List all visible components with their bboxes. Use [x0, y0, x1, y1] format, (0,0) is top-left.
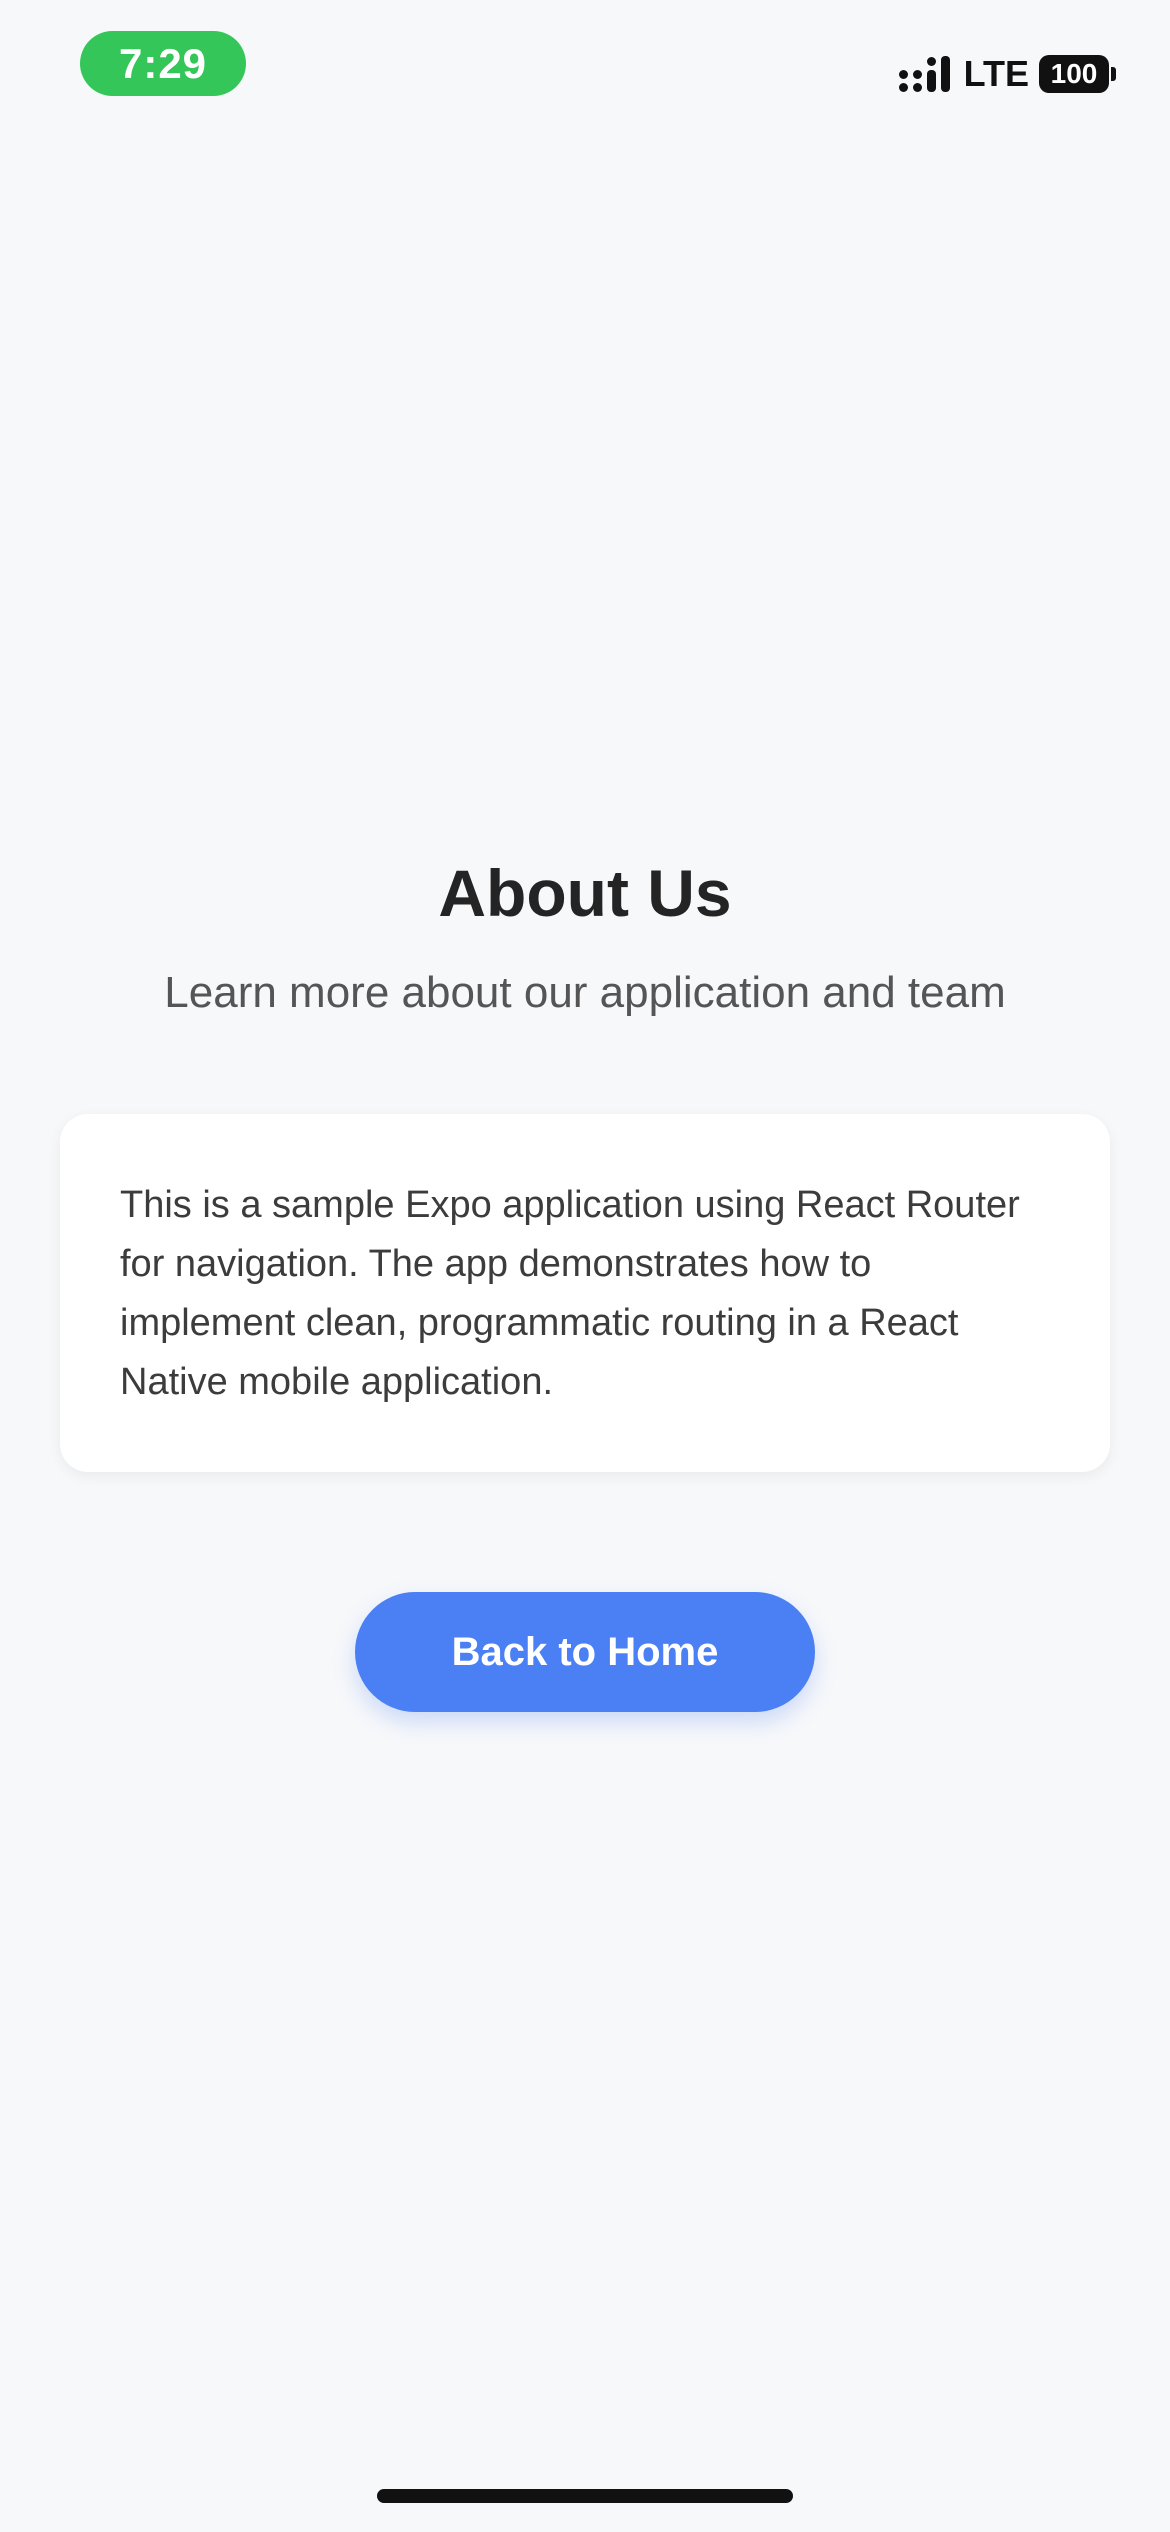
- battery-icon: 100: [1039, 55, 1109, 93]
- signal-icon: [898, 56, 950, 92]
- network-type: LTE: [963, 53, 1029, 94]
- info-description: This is a sample Expo application using …: [120, 1184, 1020, 1403]
- page-subtitle: Learn more about our application and tea…: [164, 968, 1006, 1017]
- status-indicators: LTE 100: [898, 52, 1116, 96]
- battery-level: 100: [1050, 58, 1098, 89]
- info-card: This is a sample Expo application using …: [60, 1114, 1110, 1472]
- status-time: 7:29: [80, 31, 246, 96]
- home-indicator[interactable]: [377, 2489, 793, 2503]
- back-to-home-button[interactable]: Back to Home: [355, 1592, 815, 1712]
- page-title: About Us: [438, 856, 732, 930]
- battery-tip: [1111, 67, 1116, 81]
- status-bar: 7:29 LTE 100: [0, 0, 1170, 140]
